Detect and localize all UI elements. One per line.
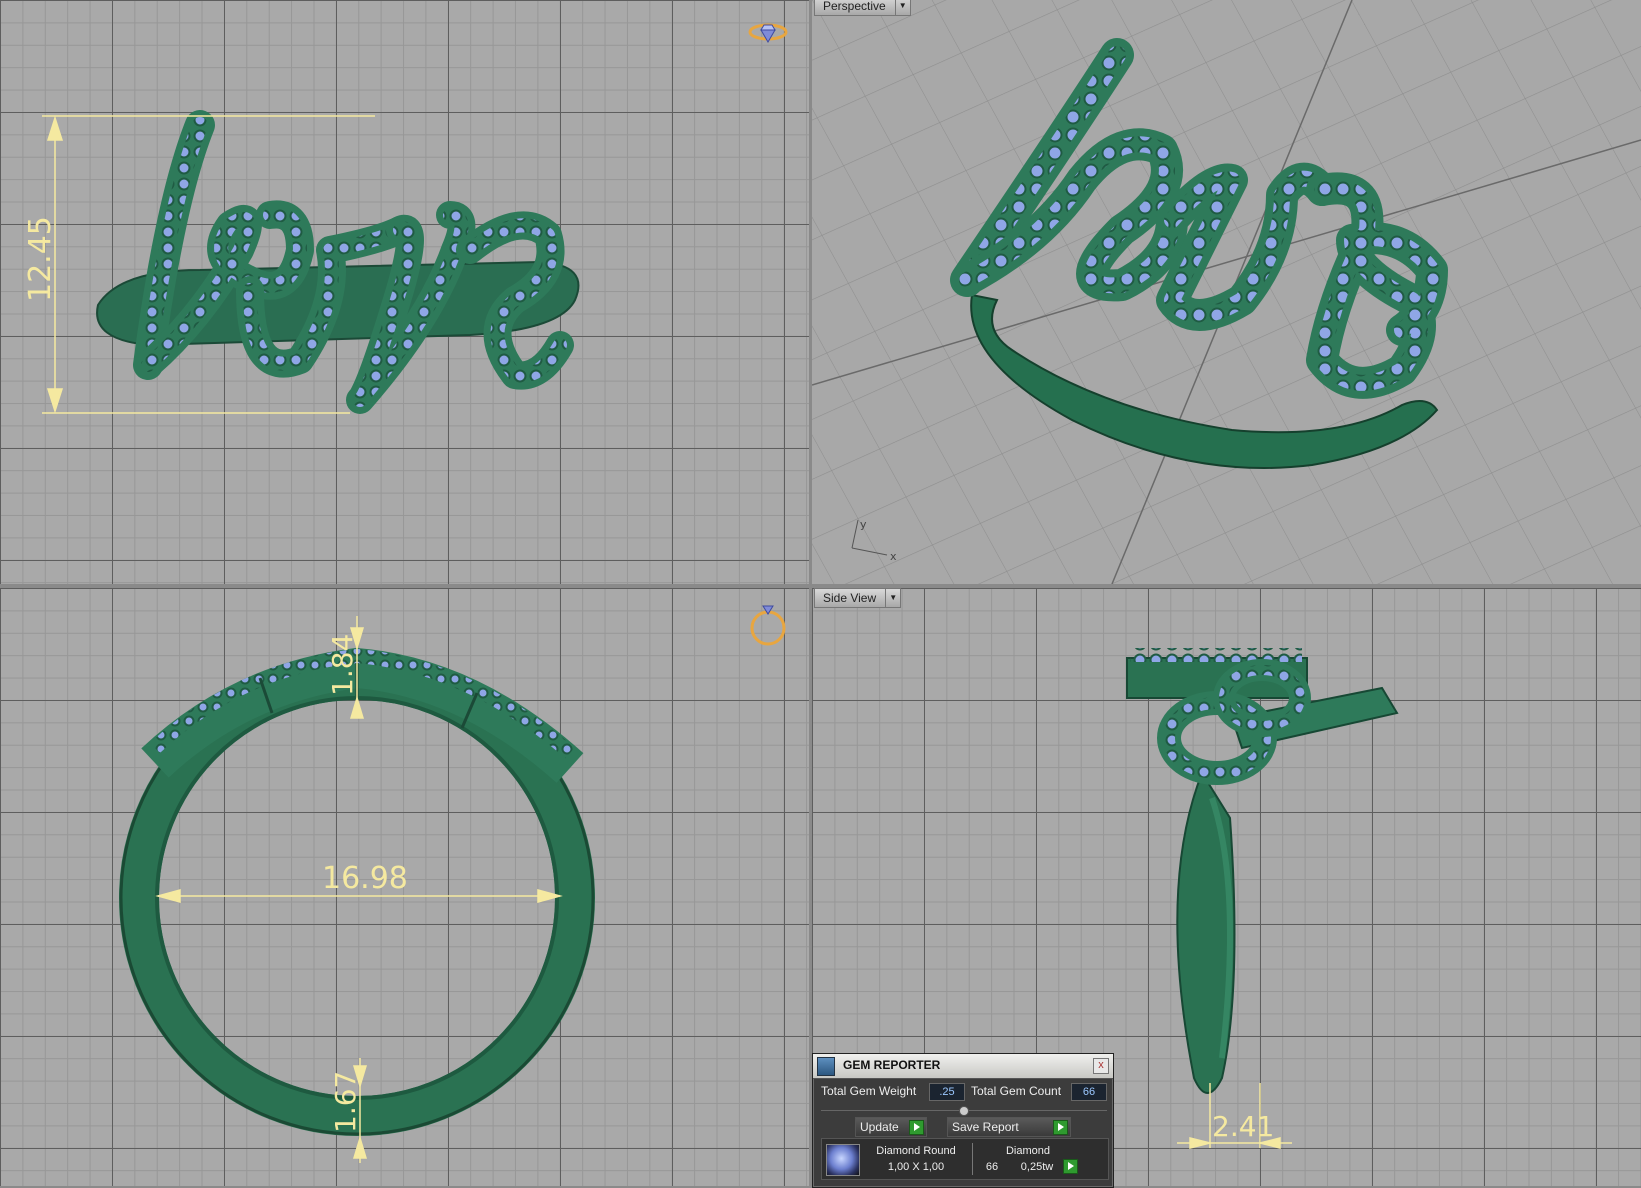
width-value: 2.41 bbox=[1212, 1110, 1274, 1143]
total-weight-field[interactable]: .25 bbox=[929, 1083, 965, 1101]
gem-detail-button[interactable] bbox=[1063, 1159, 1078, 1174]
front-view-scene: 12.45 bbox=[23, 23, 788, 414]
ring-icon[interactable] bbox=[750, 605, 786, 646]
column-separator bbox=[972, 1143, 973, 1175]
gem-reporter-title: GEM REPORTER bbox=[843, 1058, 941, 1072]
perspective-view-menu[interactable]: Perspective ▼ bbox=[814, 0, 911, 16]
gem-reporter-icon bbox=[817, 1057, 835, 1076]
save-report-button[interactable]: Save Report bbox=[947, 1117, 1071, 1137]
save-report-label: Save Report bbox=[952, 1120, 1019, 1134]
play-icon bbox=[1063, 1159, 1078, 1174]
play-icon bbox=[909, 1120, 924, 1135]
chevron-down-icon[interactable]: ▼ bbox=[894, 0, 910, 15]
side-view-menu[interactable]: Side View ▼ bbox=[814, 588, 902, 608]
gem-count: 66 bbox=[985, 1161, 999, 1173]
perspective-viewport[interactable]: y x Perspective ▼ bbox=[812, 0, 1641, 584]
height-value: 12.45 bbox=[23, 216, 58, 302]
front-viewport[interactable]: 12.45 bbox=[0, 0, 809, 584]
top-view-scene: 16.98 1.84 1.67 bbox=[119, 605, 786, 1163]
slider-knob[interactable] bbox=[959, 1106, 969, 1116]
close-icon[interactable]: x bbox=[1093, 1058, 1109, 1074]
gem-material: Diamond bbox=[1005, 1145, 1051, 1157]
gem-size: 1,00 X 1,00 bbox=[887, 1161, 945, 1173]
update-label: Update bbox=[860, 1120, 899, 1134]
gem-reporter-title-bar[interactable]: GEM REPORTER x bbox=[813, 1054, 1113, 1079]
top-viewport[interactable]: 16.98 1.84 1.67 bbox=[0, 588, 809, 1186]
diamond-ring-icon[interactable] bbox=[748, 23, 788, 43]
gem-reporter-panel: GEM REPORTER x Total Gem Weight .25 Tota… bbox=[812, 1053, 1114, 1188]
side-view-label: Side View bbox=[823, 591, 877, 605]
gem-list-item[interactable]: Diamond Round 1,00 X 1,00 Diamond 66 0,2… bbox=[821, 1138, 1109, 1180]
total-count-field[interactable]: 66 bbox=[1071, 1083, 1107, 1101]
gem-weight: 0,25tw bbox=[1020, 1161, 1054, 1173]
axis-y-label: y bbox=[860, 518, 867, 531]
bottom-thickness-value: 1.67 bbox=[329, 1071, 362, 1133]
diameter-value: 16.98 bbox=[322, 861, 408, 896]
chevron-down-icon[interactable]: ▼ bbox=[885, 589, 900, 607]
play-icon bbox=[1053, 1120, 1068, 1135]
top-thickness-value: 1.84 bbox=[326, 634, 359, 696]
total-weight-label: Total Gem Weight bbox=[821, 1084, 917, 1098]
axis-x-label: x bbox=[890, 550, 897, 563]
total-count-label: Total Gem Count bbox=[971, 1084, 1062, 1098]
update-button[interactable]: Update bbox=[855, 1117, 927, 1137]
perspective-scene: y x bbox=[812, 0, 1641, 584]
perspective-label: Perspective bbox=[823, 0, 886, 13]
gem-shape: Diamond Round bbox=[876, 1145, 956, 1157]
round-diamond-icon bbox=[826, 1144, 860, 1176]
